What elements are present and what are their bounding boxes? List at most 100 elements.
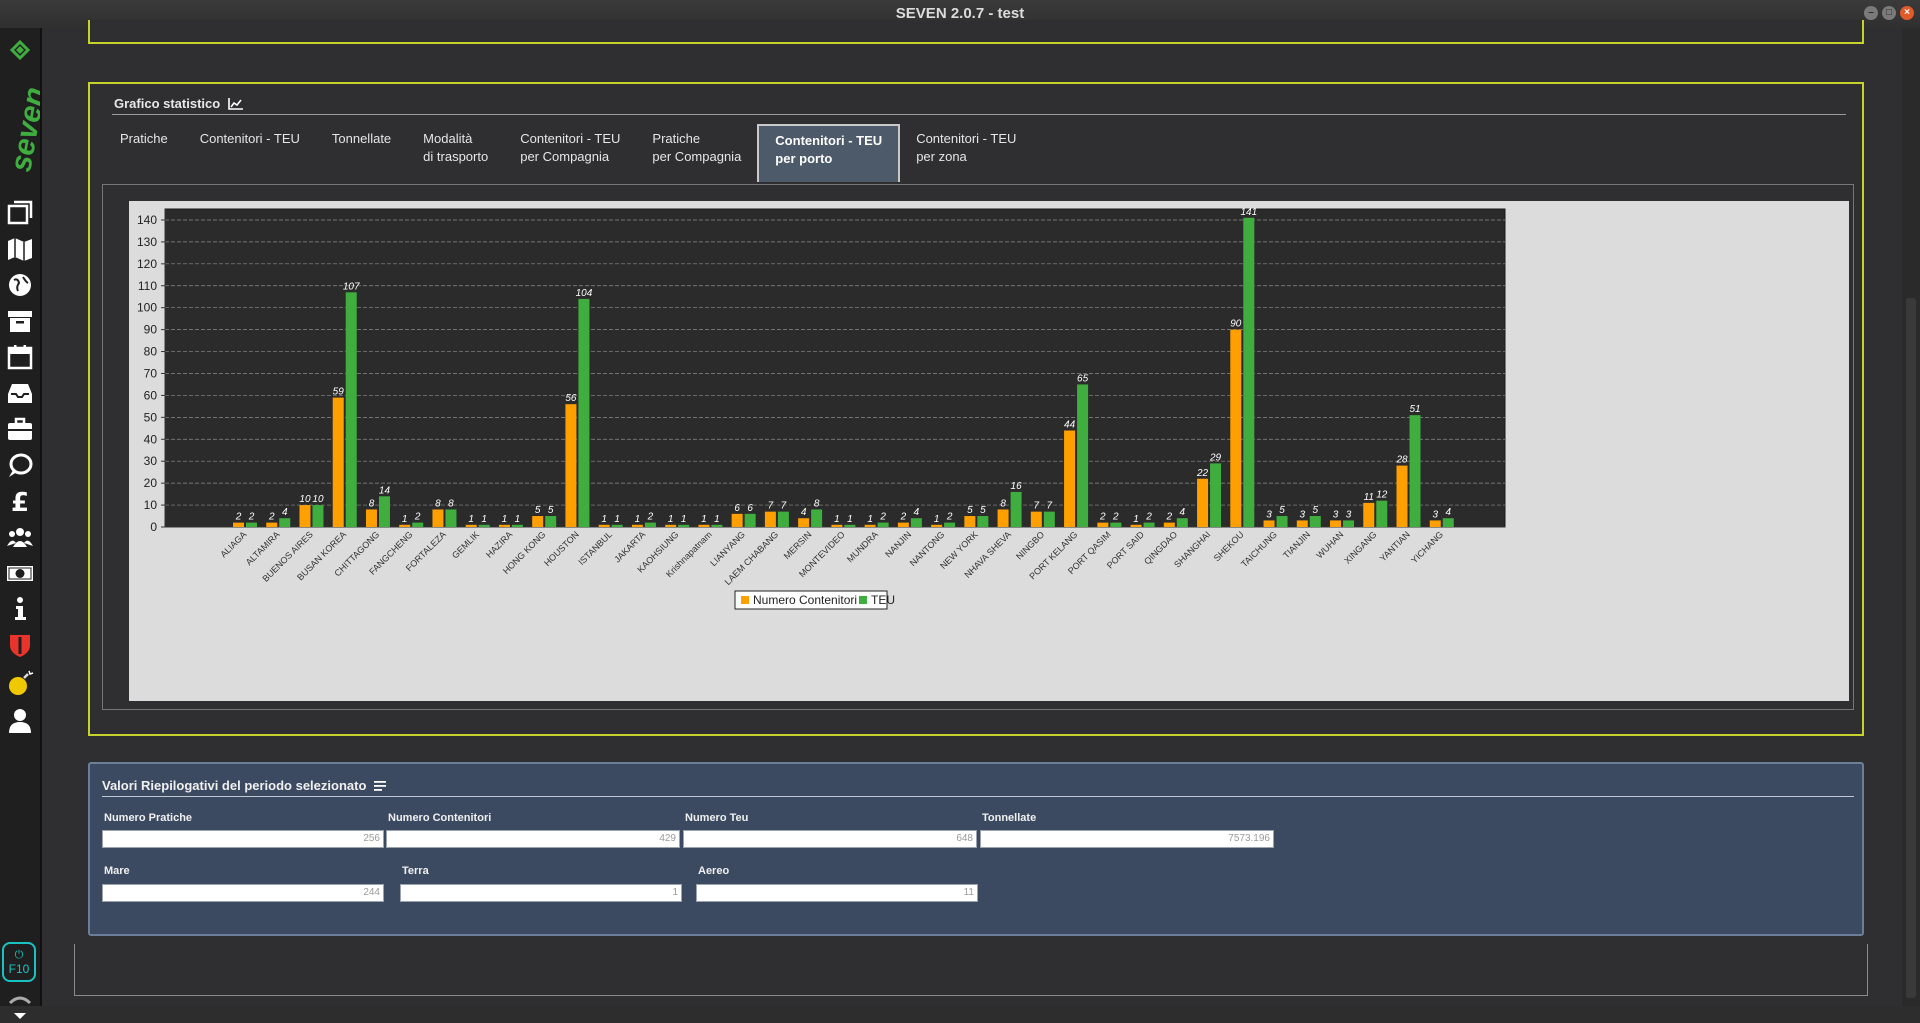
x-tick-label: XINGANG [1342,529,1378,565]
legend-label: TEU [871,593,895,607]
tab-modalita-trasporto[interactable]: Modalità di trasporto [407,124,504,182]
tab-contenitori-teu[interactable]: Contenitori - TEU [184,124,316,182]
scroll-down-icon[interactable] [8,993,32,1023]
bar-numero-contenitori [1130,524,1142,527]
bar-numero-contenitori [299,505,311,527]
bar-teu [1077,384,1089,527]
maximize-icon[interactable]: □ [1882,6,1896,20]
sidebar: seven £ ⏻ F10 [0,28,42,1019]
tonnellate-label: Tonnellate [982,812,1037,824]
tab-contenitori-teu-compagnia[interactable]: Contenitori - TEU per Compagnia [504,124,636,182]
data-label-numero-contenitori: 8 [435,498,441,509]
mare-field[interactable]: 244 [102,884,384,902]
bar-numero-contenitori [997,509,1009,527]
y-tick-label: 60 [144,388,158,402]
aereo-field[interactable]: 11 [696,884,978,902]
numero-teu-field[interactable]: 648 [683,830,977,848]
top-panel-clipped [88,20,1864,44]
tab-tonnellate[interactable]: Tonnellate [316,124,407,182]
data-label-teu: 1 [481,514,487,525]
close-icon[interactable]: × [1900,6,1914,20]
y-tick-label: 130 [137,235,157,249]
x-tick-label: SHEKOU [1212,529,1246,563]
money-icon[interactable] [5,558,35,588]
data-label-teu: 3 [1346,509,1352,520]
summary-panel: Valori Riepilogativi del periodo selezio… [88,762,1864,936]
logo-text: seven [4,85,40,175]
x-tick-label: WUHAN [1314,529,1345,560]
y-tick-label: 40 [144,432,158,446]
tab-pratiche-compagnia[interactable]: Pratiche per Compagnia [636,124,757,182]
tab-contenitori-teu-porto[interactable]: Contenitori - TEU per porto [757,124,901,182]
data-label-numero-contenitori: 3 [1432,509,1438,520]
data-label-numero-contenitori: 90 [1230,319,1242,330]
data-label-teu: 4 [914,507,920,518]
legend-swatch [741,596,749,604]
data-label-teu: 2 [879,512,886,523]
inbox-icon[interactable] [5,378,35,408]
map-icon[interactable] [5,234,35,264]
bar-teu [1176,518,1188,527]
bar-numero-contenitori [1230,329,1242,527]
numero-pratiche-label: Numero Pratiche [104,812,193,824]
calendar-icon[interactable] [5,342,35,372]
users-icon[interactable] [5,522,35,552]
y-tick-label: 50 [144,410,158,424]
data-label-teu: 5 [548,505,554,516]
data-label-numero-contenitori: 59 [333,387,345,398]
briefcase-icon[interactable] [5,414,35,444]
list-icon [374,780,387,791]
tonnellate-field[interactable]: 7573.196 [980,830,1274,848]
user-icon[interactable] [5,706,35,736]
numero-pratiche-field[interactable]: 256 [102,830,384,848]
bar-numero-contenitori [1363,502,1375,527]
data-label-teu: 6 [747,503,753,514]
data-label-teu: 4 [282,507,288,518]
data-label-teu: 2 [946,512,953,523]
bar-numero-contenitori [1064,430,1076,527]
shield-icon[interactable] [5,630,35,660]
bar-numero-contenitori [432,509,444,527]
bar-teu [1309,516,1321,527]
bar-teu [1210,463,1222,527]
bar-teu [1110,522,1122,527]
bar-teu [678,524,690,527]
data-label-teu: 1 [515,514,521,525]
terra-field[interactable]: 1 [400,884,682,902]
data-label-teu: 1 [847,514,853,525]
bar-numero-contenitori [931,524,943,527]
x-tick-label: TIANJIN [1281,529,1312,560]
data-label-numero-contenitori: 1 [601,514,607,525]
bar-numero-contenitori [831,524,843,527]
info-icon[interactable] [5,594,35,624]
f10-button[interactable]: ⏻ F10 [2,942,36,982]
bar-numero-contenitori [565,404,577,527]
numero-contenitori-field[interactable]: 429 [386,830,680,848]
pound-icon[interactable]: £ [5,486,35,516]
data-label-teu: 4 [1180,507,1186,518]
bar-teu [744,513,756,527]
bar-teu [279,518,291,527]
vertical-scrollbar[interactable] [1902,28,1920,1006]
bar-chart: 01020304050607080901001101201301402 2ALIA… [137,207,1506,610]
line-chart-icon [228,97,244,110]
data-label-numero-contenitori: 3 [1266,509,1272,520]
bar-numero-contenitori [598,524,610,527]
tab-pratiche[interactable]: Pratiche [104,124,184,182]
data-label-teu: 5 [1313,505,1319,516]
minimize-icon[interactable]: – [1864,6,1878,20]
tab-contenitori-teu-zona[interactable]: Contenitori - TEU per zona [900,124,1032,182]
bar-teu [1243,217,1255,528]
chat-icon[interactable] [5,450,35,480]
y-tick-label: 90 [144,323,158,337]
windows-icon[interactable] [5,198,35,228]
bar-numero-contenitori [665,524,677,527]
bomb-icon[interactable] [5,668,35,698]
bar-teu [378,496,390,527]
bar-numero-contenitori [1296,520,1308,527]
data-label-teu: 29 [1209,452,1222,463]
globe-icon[interactable] [5,270,35,300]
bar-teu [977,516,989,527]
archive-icon[interactable] [5,306,35,336]
x-tick-label: HOUSTON [542,529,581,568]
